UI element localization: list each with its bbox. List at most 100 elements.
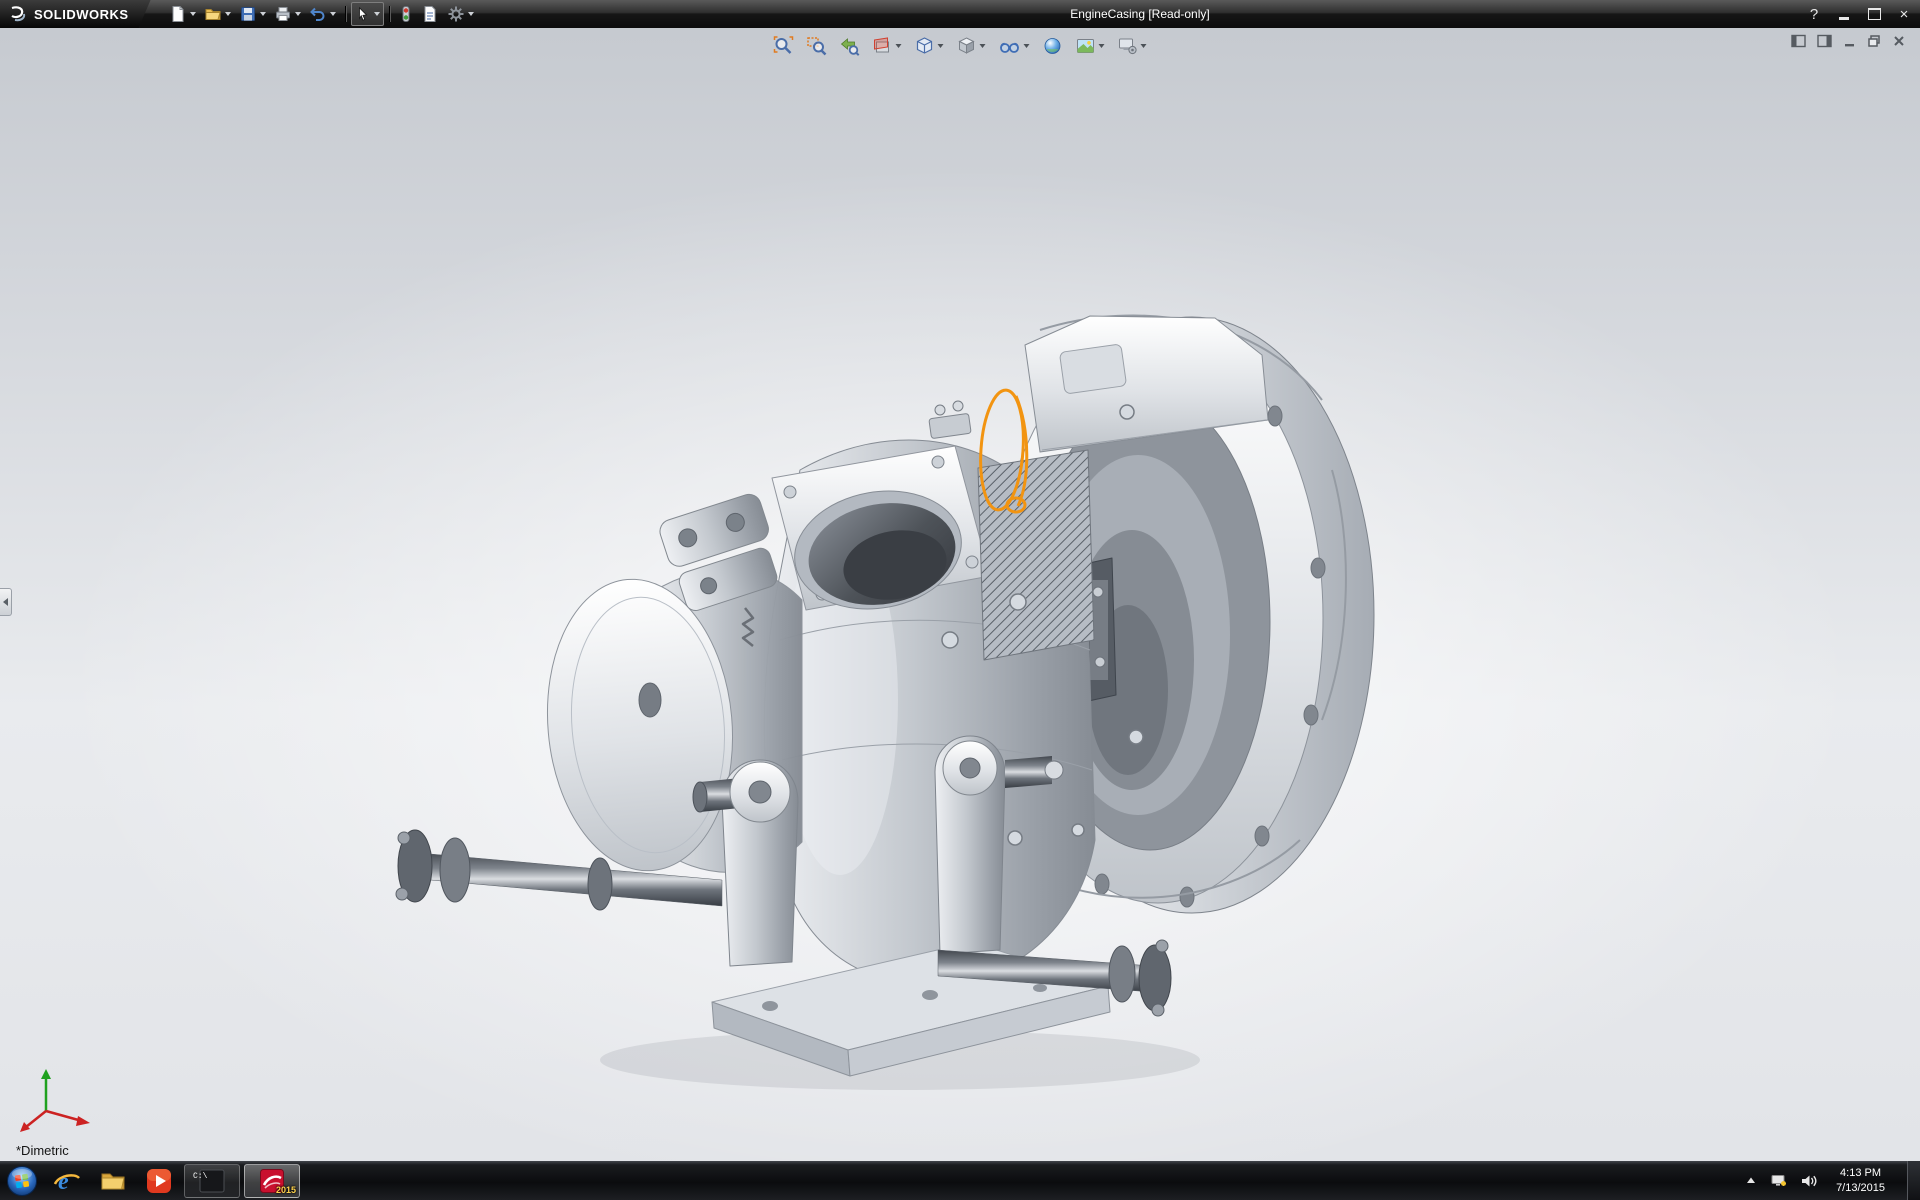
svg-text:e: e <box>58 1169 69 1195</box>
dropdown-arrow-icon[interactable] <box>1099 44 1105 48</box>
volume-icon[interactable] <box>1800 1173 1818 1189</box>
display-style-button[interactable] <box>953 33 990 59</box>
previous-view-icon <box>840 36 860 56</box>
edit-appearance-button[interactable] <box>1039 33 1067 59</box>
solidworks-logo: SOLIDWORKS <box>0 0 151 28</box>
view-orientation-cube-icon <box>915 36 935 56</box>
dropdown-arrow-icon[interactable] <box>980 44 986 48</box>
dassault-3ds-icon <box>8 5 28 23</box>
show-hidden-icons-button[interactable] <box>1744 1174 1758 1188</box>
appearance-ball-icon <box>1043 36 1063 56</box>
previous-view-button[interactable] <box>836 33 864 59</box>
print-icon <box>274 5 292 23</box>
feature-panel-collapse-handle[interactable] <box>0 588 12 616</box>
start-button[interactable] <box>0 1161 44 1200</box>
minimize-button[interactable] <box>1836 6 1852 22</box>
undo-icon <box>309 5 327 23</box>
new-document-button[interactable] <box>165 2 200 26</box>
separator <box>345 6 346 22</box>
options-button[interactable] <box>443 2 478 26</box>
engine-casing-model[interactable] <box>0 28 1920 1161</box>
zoom-to-fit-button[interactable] <box>770 33 798 59</box>
dropdown-arrow-icon[interactable] <box>330 12 336 16</box>
zoom-to-fit-icon <box>774 36 794 56</box>
desktop: SOLIDWORKS <box>0 0 1920 1200</box>
zoom-to-area-button[interactable] <box>803 33 831 59</box>
brand-text: SOLIDWORKS <box>34 7 129 22</box>
gear-icon <box>447 5 465 23</box>
quick-access-toolbar <box>151 2 478 26</box>
save-button[interactable] <box>235 2 270 26</box>
doc-minimize-icon[interactable] <box>1843 34 1856 48</box>
apply-scene-button[interactable] <box>1072 33 1109 59</box>
section-view-icon <box>873 36 893 56</box>
display-style-cube-icon <box>957 36 977 56</box>
dropdown-arrow-icon[interactable] <box>374 12 380 16</box>
taskbar-internet-explorer[interactable]: e <box>44 1161 90 1200</box>
graphics-viewport[interactable]: *Dimetric <box>0 28 1920 1161</box>
media-player-icon <box>145 1167 173 1195</box>
dropdown-arrow-icon[interactable] <box>468 12 474 16</box>
command-prompt-label: C:\ <box>193 1172 207 1181</box>
dropdown-arrow-icon[interactable] <box>190 12 196 16</box>
tray-date: 7/13/2015 <box>1836 1181 1885 1195</box>
folder-icon <box>99 1167 127 1195</box>
show-feature-manager-icon[interactable] <box>1791 34 1806 48</box>
chevron-left-icon <box>3 598 8 606</box>
help-button[interactable]: ? <box>1806 6 1822 22</box>
windows-start-orb-icon <box>6 1165 38 1197</box>
close-button[interactable]: × <box>1896 6 1912 22</box>
tray-clock[interactable]: 4:13 PM 7/13/2015 <box>1830 1166 1891 1195</box>
taskbar: e C:\ <box>0 1161 1920 1200</box>
tray-time: 4:13 PM <box>1836 1166 1885 1180</box>
internet-explorer-icon: e <box>53 1167 81 1195</box>
taskbar-media-player[interactable] <box>136 1161 182 1200</box>
open-folder-icon <box>204 5 222 23</box>
apply-scene-icon <box>1076 36 1096 56</box>
print-button[interactable] <box>270 2 305 26</box>
taskbar-windows-explorer[interactable] <box>90 1161 136 1200</box>
network-icon[interactable] <box>1770 1173 1788 1189</box>
dropdown-arrow-icon[interactable] <box>896 44 902 48</box>
restore-button[interactable] <box>1866 6 1882 22</box>
hide-show-items-button[interactable] <box>995 33 1034 59</box>
dropdown-arrow-icon[interactable] <box>938 44 944 48</box>
show-display-pane-icon[interactable] <box>1817 34 1832 48</box>
dropdown-arrow-icon[interactable] <box>295 12 301 16</box>
save-icon <box>239 5 257 23</box>
titlebar[interactable]: SOLIDWORKS <box>0 0 1920 28</box>
view-orientation-button[interactable] <box>911 33 948 59</box>
file-properties-icon <box>421 5 439 23</box>
show-desktop-button[interactable] <box>1907 1161 1920 1200</box>
heads-up-view-toolbar <box>770 33 1151 59</box>
doc-restore-icon[interactable] <box>1867 34 1881 48</box>
undo-button[interactable] <box>305 2 340 26</box>
dropdown-arrow-icon[interactable] <box>225 12 231 16</box>
section-view-button[interactable] <box>869 33 906 59</box>
open-button[interactable] <box>200 2 235 26</box>
file-properties-button[interactable] <box>417 2 443 26</box>
window-title: EngineCasing [Read-only] <box>1070 7 1209 21</box>
view-settings-icon <box>1118 36 1138 56</box>
view-orientation-label: *Dimetric <box>16 1143 69 1158</box>
taskbar-solidworks-2015[interactable]: 2015 <box>244 1164 300 1198</box>
rebuild-button[interactable] <box>395 2 417 26</box>
view-settings-button[interactable] <box>1114 33 1151 59</box>
separator <box>389 6 390 22</box>
dropdown-arrow-icon[interactable] <box>260 12 266 16</box>
select-cursor-icon <box>355 6 371 22</box>
reference-triad <box>16 1065 106 1135</box>
window-controls: ? × <box>1806 0 1912 28</box>
dropdown-arrow-icon[interactable] <box>1141 44 1147 48</box>
doc-close-icon[interactable] <box>1892 34 1906 48</box>
dropdown-arrow-icon[interactable] <box>1024 44 1030 48</box>
glasses-icon <box>999 36 1021 56</box>
section-hatch <box>978 450 1094 660</box>
new-document-icon <box>169 5 187 23</box>
system-tray: 4:13 PM 7/13/2015 <box>1744 1161 1920 1200</box>
solidworks-version-badge: 2015 <box>276 1185 296 1195</box>
taskbar-command-prompt[interactable]: C:\ <box>184 1164 240 1198</box>
document-window-controls <box>1791 34 1906 48</box>
select-tool-button[interactable] <box>351 2 384 26</box>
zoom-to-area-icon <box>807 36 827 56</box>
